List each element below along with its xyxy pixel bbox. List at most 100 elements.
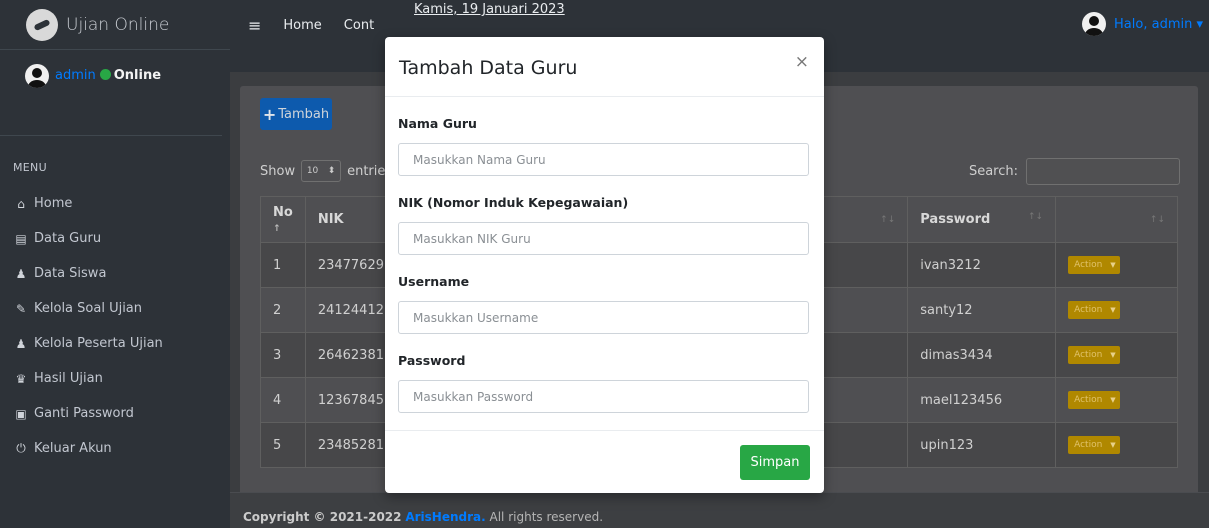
hamburger-menu-icon[interactable]: ≡ xyxy=(248,16,261,35)
sidebar-item-hasil-ujian[interactable]: ♛ Hasil Ujian xyxy=(0,361,230,396)
page-footer: Copyright © 2021-2022 ArisHendra. All ri… xyxy=(230,492,1209,528)
cell-no: 4 xyxy=(260,377,306,423)
page-length-control: Show 10 ⬍ entrie xyxy=(260,160,385,182)
user-name[interactable]: admin xyxy=(55,68,96,83)
sort-icon: ↑↓ xyxy=(880,214,896,225)
user-greeting[interactable]: Halo, admin ▾ xyxy=(1114,17,1203,32)
cell-no: 5 xyxy=(260,422,306,468)
cell-password: ivan3212 xyxy=(907,242,1057,288)
modal-body: Nama Guru NIK (Nomor Induk Kepegawaian) … xyxy=(398,97,809,413)
username-input[interactable] xyxy=(398,301,809,334)
caret-down-icon: ▼ xyxy=(1110,351,1116,359)
cell-no: 2 xyxy=(260,287,306,333)
user-panel: admin Online xyxy=(0,50,222,136)
action-dropdown-button[interactable]: Action ▼ xyxy=(1068,256,1121,274)
users-icon: ♟ xyxy=(15,336,27,351)
online-status-text: Online xyxy=(113,68,162,83)
home-icon: ⌂ xyxy=(17,196,25,211)
add-teacher-button[interactable]: + Tambah xyxy=(260,98,332,130)
modal-title: Tambah Data Guru xyxy=(399,57,578,79)
id-card-icon: ▤ xyxy=(15,231,27,246)
power-icon: ⏻ xyxy=(16,441,26,455)
password-input[interactable] xyxy=(398,380,809,413)
caret-down-icon: ▼ xyxy=(1110,261,1116,269)
sidebar-item-label: Data Guru xyxy=(34,231,102,246)
sidebar-item-kelola-peserta[interactable]: ♟ Kelola Peserta Ujian xyxy=(0,326,230,361)
cell-action: Action ▼ xyxy=(1055,422,1178,468)
sidebar: Ujian Online admin Online MENU ⌂ Home ▤ Dat… xyxy=(0,0,230,528)
sidebar-item-keluar-akun[interactable]: ⏻ Keluar Akun xyxy=(0,431,230,466)
page-length-select[interactable]: 10 ⬍ xyxy=(301,160,342,182)
show-label: Show xyxy=(260,163,296,179)
online-status-icon xyxy=(99,69,111,80)
cell-action: Action ▼ xyxy=(1055,332,1178,378)
field-label-nik: NIK (Nomor Induk Kepegawaian) xyxy=(398,195,629,210)
brand-logo-icon xyxy=(26,8,58,41)
sidebar-item-ganti-password[interactable]: ▣ Ganti Password xyxy=(0,396,230,431)
select-arrows-icon: ⬍ xyxy=(327,166,336,176)
sidebar-item-label: Hasil Ujian xyxy=(34,371,103,386)
user-avatar-icon xyxy=(25,64,49,88)
action-dropdown-button[interactable]: Action ▼ xyxy=(1068,436,1121,454)
action-dropdown-button[interactable]: Action ▼ xyxy=(1068,391,1121,409)
sidebar-item-label: Kelola Peserta Ujian xyxy=(34,336,163,351)
modal-footer: Simpan xyxy=(385,430,824,493)
search-label: Search: xyxy=(968,164,1018,179)
save-button[interactable]: Simpan xyxy=(740,445,810,480)
field-label-password: Password xyxy=(398,353,466,368)
sidebar-item-label: Data Siswa xyxy=(34,266,107,281)
sidebar-item-label: Keluar Akun xyxy=(34,441,112,456)
close-icon[interactable]: × xyxy=(795,52,809,72)
current-date: Kamis, 19 Januari 2023 xyxy=(414,2,565,17)
field-label-username: Username xyxy=(398,274,470,289)
brand-text: Ujian Online xyxy=(66,14,170,35)
cell-action: Action ▼ xyxy=(1055,377,1178,423)
modal-header: Tambah Data Guru × xyxy=(385,37,824,97)
sidebar-item-home[interactable]: ⌂ Home xyxy=(0,186,230,221)
sort-icon: ↑↓ xyxy=(1028,212,1044,222)
nik-input[interactable] xyxy=(398,222,809,255)
edit-icon: ✎ xyxy=(15,301,27,316)
add-button-label: Tambah xyxy=(278,106,330,122)
cell-password: santy12 xyxy=(907,287,1057,333)
field-label-nama-guru: Nama Guru xyxy=(398,116,477,131)
footer-author-link[interactable]: ArisHendra. xyxy=(405,510,485,524)
page-length-value: 10 xyxy=(306,166,319,176)
user-graduate-icon: ♟ xyxy=(15,266,27,281)
search-input[interactable] xyxy=(1026,158,1180,185)
action-dropdown-button[interactable]: Action ▼ xyxy=(1068,301,1121,319)
sidebar-item-kelola-soal[interactable]: ✎ Kelola Soal Ujian xyxy=(0,291,230,326)
sidebar-item-label: Ganti Password xyxy=(34,406,134,421)
caret-down-icon: ▼ xyxy=(1110,396,1116,404)
user-dropdown[interactable]: Halo, admin ▾ xyxy=(1082,12,1203,36)
caret-down-icon: ▼ xyxy=(1110,441,1116,449)
cell-action: Action ▼ xyxy=(1055,242,1178,288)
cell-no: 3 xyxy=(260,332,306,378)
nav-link-contact[interactable]: Cont xyxy=(344,18,374,33)
nav-link-home[interactable]: Home xyxy=(283,18,321,33)
sidebar-item-data-guru[interactable]: ▤ Data Guru xyxy=(0,221,230,256)
cell-no: 1 xyxy=(260,242,306,288)
cell-password: mael123456 xyxy=(907,377,1057,423)
plus-icon: + xyxy=(262,104,277,124)
user-avatar-icon xyxy=(1082,12,1107,36)
brand[interactable]: Ujian Online xyxy=(0,0,230,50)
action-dropdown-button[interactable]: Action ▼ xyxy=(1068,346,1121,364)
sort-icon: ↑↓ xyxy=(1149,214,1165,225)
column-header-action[interactable]: ↑↓ xyxy=(1055,196,1178,243)
entries-label: entrie xyxy=(347,163,386,179)
column-header-no[interactable]: No ↑ xyxy=(260,196,306,243)
cell-password: upin123 xyxy=(907,422,1057,468)
column-header-password[interactable]: Password ↑↓ xyxy=(907,196,1057,243)
menu-header: MENU xyxy=(13,161,47,174)
trophy-icon: ♛ xyxy=(15,371,27,386)
sidebar-item-label: Kelola Soal Ujian xyxy=(34,301,143,316)
cell-password: dimas3434 xyxy=(907,332,1057,378)
add-teacher-modal: Tambah Data Guru × Nama Guru NIK (Nomor … xyxy=(385,37,824,493)
sidebar-item-data-siswa[interactable]: ♟ Data Siswa xyxy=(0,256,230,291)
caret-down-icon: ▼ xyxy=(1110,306,1116,314)
lock-icon: ▣ xyxy=(15,406,27,421)
nama-guru-input[interactable] xyxy=(398,143,809,176)
cell-action: Action ▼ xyxy=(1055,287,1178,333)
footer-copyright: Copyright © 2021-2022 xyxy=(243,510,402,524)
